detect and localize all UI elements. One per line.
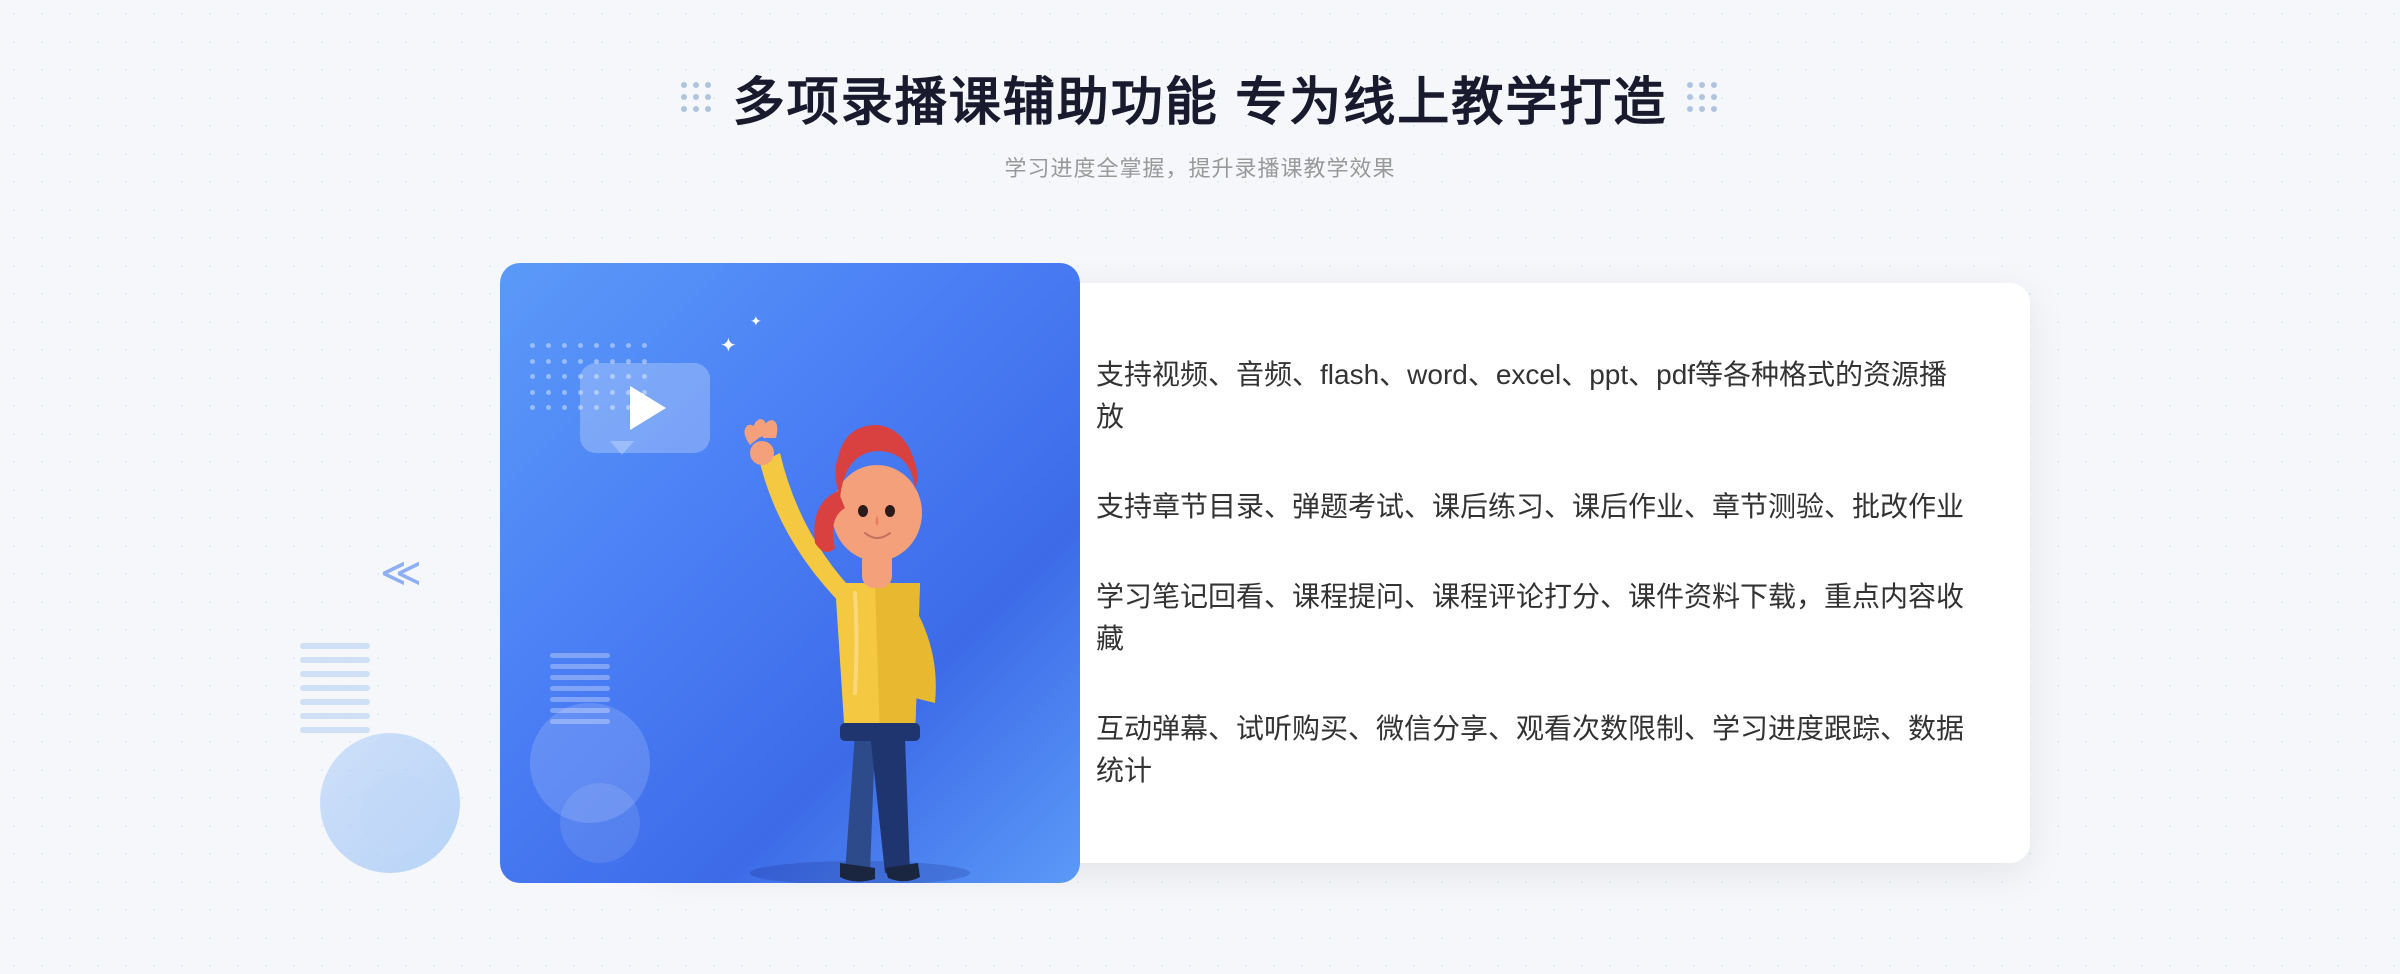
illustration [500,263,1080,883]
stripe-line-7 [300,727,370,733]
stripe-line-3 [300,671,370,677]
feature-item-1: 支持视频、音频、flash、word、excel、ppt、pdf等各种格式的资源… [1030,354,1970,438]
arrow-left-icon: ≪ [380,550,422,596]
content-wrapper: ≪ 支持视频、音频、flash、word、excel、ppt、pdf等各种格式的… [300,233,2100,913]
human-figure-svg [700,343,1020,883]
stripe-line-6 [300,713,370,719]
features-list: 支持视频、音频、flash、word、excel、ppt、pdf等各种格式的资源… [1030,354,1970,792]
title-decoration-right [1687,82,1719,114]
outer-circle-2 [360,773,440,853]
feature-item-3: 学习笔记回看、课程提问、课程评论打分、课件资料下载，重点内容收藏 [1030,576,1970,660]
title-row: 多项录播课辅助功能 专为线上教学打造 [681,60,1719,135]
header-section: 多项录播课辅助功能 专为线上教学打造 学习进度全掌握，提升录播课教学效果 [681,60,1719,183]
page-container: 多项录播课辅助功能 专为线上教学打造 学习进度全掌握，提升录播课教学效果 [0,0,2400,974]
title-decoration-left [681,82,713,114]
stripe-line-4 [300,685,370,691]
feature-text-3: 学习笔记回看、课程提问、课程评论打分、课件资料下载，重点内容收藏 [1096,576,1970,660]
dot-grid-left [681,82,713,114]
feature-text-1: 支持视频、音频、flash、word、excel、ppt、pdf等各种格式的资源… [1096,354,1970,438]
feature-text-4: 互动弹幕、试听购买、微信分享、观看次数限制、学习进度跟踪、数据统计 [1096,708,1970,792]
main-title: 多项录播课辅助功能 专为线上教学打造 [733,60,1667,135]
outer-stripe [300,643,380,763]
stripe-line-5 [300,699,370,705]
subtitle: 学习进度全掌握，提升录播课教学效果 [1004,151,1395,183]
feature-text-2: 支持章节目录、弹题考试、课后练习、课后作业、章节测验、批改作业 [1096,486,1964,528]
stripe-line-2 [300,657,370,663]
stripe-line-1 [300,643,370,649]
blue-panel: ✦ ✦ [500,263,1080,883]
feature-item-2: 支持章节目录、弹题考试、课后练习、课后作业、章节测验、批改作业 [1030,486,1970,528]
dot-grid-right [1687,82,1719,114]
feature-item-4: 互动弹幕、试听购买、微信分享、观看次数限制、学习进度跟踪、数据统计 [1030,708,1970,792]
